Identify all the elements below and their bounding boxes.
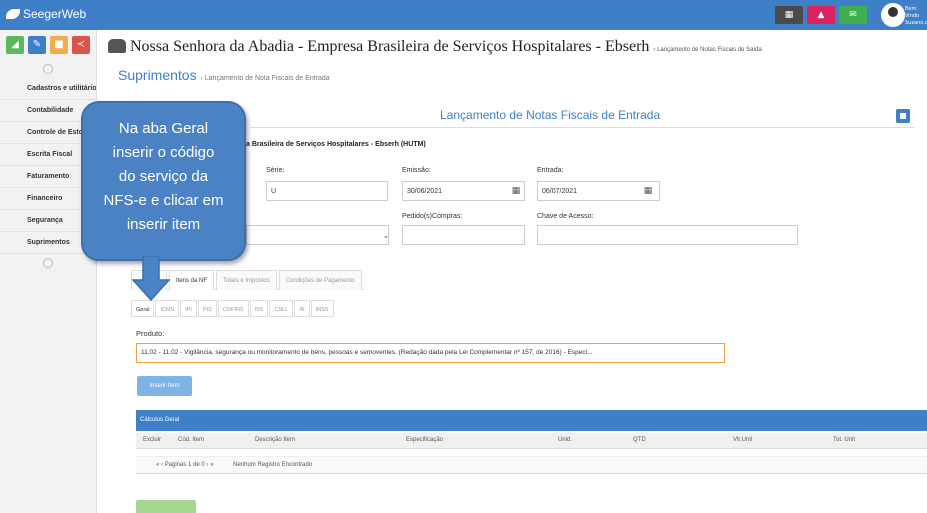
avatar[interactable] xyxy=(881,3,905,27)
header-crumb: › Lançamento de Notas Fiscais de Saída xyxy=(653,47,762,53)
panel-header: Lançamento de Notas Fiscais de Entrada xyxy=(250,104,915,128)
tab-inss[interactable]: INSS xyxy=(310,300,334,317)
collapse-toggle-bottom[interactable] xyxy=(43,258,53,268)
emissao-field[interactable]: 30/06/2021 xyxy=(402,181,525,201)
serie-field[interactable]: U xyxy=(266,181,388,201)
breadcrumb-sub: › Lançamento de Nota Fiscais de Entrada xyxy=(200,75,330,82)
tab-ipi[interactable]: IPI xyxy=(180,300,197,317)
header-crumb-text: Lançamento de Notas Fiscais de Saída xyxy=(657,47,762,53)
grid-title: Cálculos Geral xyxy=(136,410,927,431)
instruction-callout: Na aba Geral inserir o código do serviço… xyxy=(81,101,246,261)
pedido-label: Pedido(s)Compras: xyxy=(402,213,463,220)
col-excluir: Excluir xyxy=(143,437,162,443)
pager-of: de 0 xyxy=(193,462,205,468)
tab-iss[interactable]: ISS xyxy=(249,300,269,317)
mail-icon[interactable]: ✉ xyxy=(839,6,867,24)
tab-totais[interactable]: Totais e Impostos xyxy=(216,270,277,290)
produto-label: Produto: xyxy=(136,329,165,338)
col-descricao: Descrição Item xyxy=(255,437,296,443)
company-name: a Brasileira de Serviços Hospitalares - … xyxy=(246,141,426,148)
breadcrumb: Suprimentos › Lançamento de Nota Fiscais… xyxy=(118,67,330,83)
col-especificacao: Especificação xyxy=(406,437,444,443)
col-unid: Unid. xyxy=(558,437,573,443)
callout-line-3: do serviço da xyxy=(118,168,209,185)
collapse-toggle[interactable] xyxy=(43,64,53,74)
tab-itens[interactable]: Itens da NF xyxy=(169,270,215,290)
pencil-icon[interactable]: ✎ xyxy=(28,36,46,54)
sub-tabs: Geral ICMS IPI PIS COFINS ISS CSLL IR IN… xyxy=(131,300,335,318)
header-title-text: Nossa Senhora da Abadia - Empresa Brasil… xyxy=(130,38,650,55)
emissao-calendar-icon[interactable]: ▦ xyxy=(510,185,522,197)
people-icon xyxy=(108,39,126,53)
pager-first-icon[interactable]: « xyxy=(156,462,159,468)
callout-line-4: NFS-e e clicar em xyxy=(103,192,224,209)
pager: « ‹ Paginas 1 de 0 › » Nenhum Registro E… xyxy=(136,456,927,474)
share-icon[interactable]: ≺ xyxy=(72,36,90,54)
tab-condicoes[interactable]: Condições de Pagamento xyxy=(278,270,362,290)
save-button[interactable] xyxy=(136,500,196,513)
tab-geral[interactable]: Geral xyxy=(131,300,155,317)
panel-settings-icon[interactable] xyxy=(896,109,910,123)
chave-label: Chave de Acesso: xyxy=(537,213,594,220)
callout-line-1: Na aba Geral xyxy=(118,120,209,137)
unnamed-select[interactable] xyxy=(246,225,389,245)
col-vlr-unit: Vlr.Unit xyxy=(733,437,753,443)
tab-icms[interactable]: ICMS xyxy=(155,300,180,317)
col-cod-item: Cód. Item xyxy=(178,437,205,443)
grid-icon[interactable]: ▦ xyxy=(775,6,803,24)
col-qtd: QTD xyxy=(633,437,646,443)
chart-icon[interactable]: ◢ xyxy=(6,36,24,54)
chave-field[interactable] xyxy=(537,225,798,245)
pedido-field[interactable] xyxy=(402,225,525,245)
top-bar: SeegerWeb ▦ ▲ ✉ Bem Vindo Suzano.da xyxy=(0,0,927,30)
pager-label: Paginas xyxy=(164,462,187,468)
tab-ir[interactable]: IR xyxy=(294,300,310,317)
col-tot-unit: Tot. Unit xyxy=(833,437,856,443)
user-greeting: Bem Vindo Suzano.da xyxy=(905,6,927,26)
chevron-down-icon: ⌄ xyxy=(382,231,390,240)
pager-empty-message: Nenhum Registro Encontrado xyxy=(233,462,313,468)
callout-line-5: inserir item xyxy=(126,216,201,233)
page-title: Nossa Senhora da Abadia - Empresa Brasil… xyxy=(108,38,762,56)
app-logo[interactable]: SeegerWeb xyxy=(6,7,86,21)
pager-prev-icon[interactable]: ‹ xyxy=(161,462,163,468)
produto-input[interactable]: 11.02 - 11.02 - Vigilância, segurança ou… xyxy=(136,343,725,363)
leaf-icon xyxy=(6,9,20,19)
entrada-label: Entrada: xyxy=(537,167,564,174)
panel-title: Lançamento de Notas Fiscais de Entrada xyxy=(440,108,661,122)
emissao-label: Emissão: xyxy=(402,167,431,174)
tab-pis[interactable]: PIS xyxy=(197,300,217,317)
sidebar-item-cadastros[interactable]: Cadastros e utilitário xyxy=(0,78,96,100)
breadcrumb-main[interactable]: Suprimentos xyxy=(118,67,197,83)
folder-icon[interactable]: ■ xyxy=(50,36,68,54)
pager-last-icon[interactable]: » xyxy=(210,462,213,468)
top-icons: ▦ ▲ ✉ xyxy=(775,6,867,24)
app-name: SeegerWeb xyxy=(23,7,87,21)
serie-label: Série: xyxy=(266,167,285,174)
down-arrow-icon xyxy=(131,256,171,302)
tab-cofins[interactable]: COFINS xyxy=(217,300,249,317)
tab-csll[interactable]: CSLL xyxy=(269,300,294,317)
alert-icon[interactable]: ▲ xyxy=(807,6,835,24)
sidebar-shortcuts: ◢ ✎ ■ ≺ xyxy=(0,30,96,60)
callout-line-2: inserir o código xyxy=(112,144,215,161)
pager-page[interactable]: 1 xyxy=(188,462,191,468)
sidebar: ◢ ✎ ■ ≺ Cadastros e utilitário Contabili… xyxy=(0,30,97,513)
entrada-calendar-icon[interactable]: ▦ xyxy=(642,185,654,197)
insert-item-button[interactable]: Inserir Item xyxy=(137,376,192,396)
grid-header-row: Excluir Cód. Item Descrição Item Especif… xyxy=(136,433,927,449)
pager-next-icon[interactable]: › xyxy=(206,462,208,468)
